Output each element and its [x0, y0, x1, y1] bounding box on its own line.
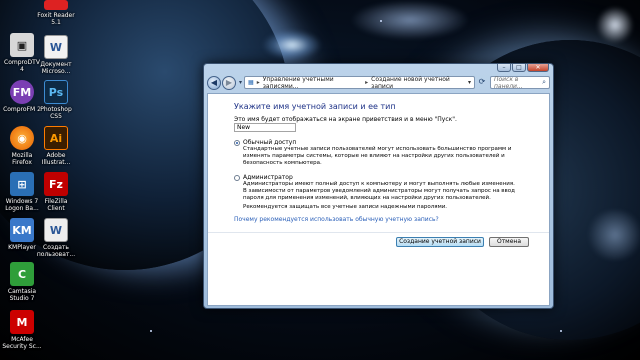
- caption-buttons: – □ ✕: [497, 64, 549, 73]
- forward-button[interactable]: ▶: [222, 75, 236, 90]
- illustrator-icon: Ai: [44, 126, 68, 150]
- desktop-icon-photoshop[interactable]: Ps Photoshop CS5: [36, 80, 76, 120]
- filezilla-icon: Fz: [44, 172, 68, 196]
- help-link[interactable]: Почему рекомендуется использовать обычну…: [234, 216, 439, 223]
- desktop-icon-label: Создать пользоват...: [36, 244, 76, 258]
- desktop-icon-label: Camtasia Studio 7: [7, 288, 37, 302]
- administrator-description: Администраторы имеют полный доступ к ком…: [243, 181, 515, 201]
- navigation-bar: ◀ ▶ ▾ ▦ ▸ Управление учетными записями..…: [207, 74, 550, 91]
- content-pane: Укажите имя учетной записи и ее тип Это …: [207, 93, 550, 306]
- desktop-icon-label: Photoshop CS5: [40, 106, 72, 120]
- refresh-icon[interactable]: ⟳: [476, 76, 488, 89]
- administrator-label[interactable]: Администратор: [243, 174, 293, 181]
- search-placeholder: Поиск в панели...: [494, 75, 523, 90]
- desktop-icon-camtasia[interactable]: C Camtasia Studio 7: [2, 262, 42, 302]
- create-user-icon: W: [44, 218, 68, 242]
- divider: [208, 232, 549, 233]
- light-flare: [350, 0, 470, 40]
- desktop-icon-filezilla[interactable]: Fz FileZilla Client: [36, 172, 76, 212]
- standard-user-radio[interactable]: [234, 139, 240, 146]
- standard-user-option[interactable]: Обычный доступ: [234, 139, 296, 146]
- star: [380, 20, 382, 22]
- desktop-icon-mcafee[interactable]: M McAfee Security Sc...: [2, 310, 42, 350]
- create-account-window: – □ ✕ ◀ ▶ ▾ ▦ ▸ Управление учетными запи…: [203, 63, 554, 309]
- administrator-option[interactable]: Администратор: [234, 174, 293, 181]
- address-dropdown-icon[interactable]: ▾: [468, 79, 471, 86]
- word-document-icon: W: [44, 35, 68, 59]
- password-recommendation: Рекомендуется защищать все учетные запис…: [243, 204, 448, 210]
- desktop-icon-word-document[interactable]: W Документ Microso...: [36, 35, 76, 75]
- desktop-icon-foxit-reader[interactable]: Foxit Reader 5.1: [36, 0, 76, 26]
- address-bar[interactable]: ▦ ▸ Управление учетными записями... ▸ Со…: [244, 76, 475, 90]
- mcafee-icon: M: [10, 310, 34, 334]
- comprodtv-icon: ▣: [10, 33, 34, 57]
- star: [560, 330, 562, 332]
- account-name-input[interactable]: New: [234, 123, 296, 132]
- star: [150, 330, 152, 332]
- desktop-icon-label: FileZilla Client: [44, 198, 68, 212]
- firefox-icon: ◉: [10, 126, 34, 150]
- light-flare: [595, 5, 635, 45]
- desktop-icon-label: Adobe Illustrat...: [41, 152, 71, 166]
- light-flare: [262, 30, 322, 60]
- standard-user-label[interactable]: Обычный доступ: [243, 139, 296, 146]
- name-prompt: Это имя будет отображаться на экране при…: [234, 116, 457, 123]
- cancel-button[interactable]: Отмена: [489, 237, 529, 247]
- windows7-logon-icon: ⊞: [10, 172, 34, 196]
- breadcrumb-item-user-accounts[interactable]: Управление учетными записями...: [263, 76, 362, 90]
- breadcrumb-separator[interactable]: ▸: [365, 79, 368, 86]
- camtasia-icon: C: [10, 262, 34, 286]
- back-button[interactable]: ◀: [207, 75, 221, 90]
- administrator-radio[interactable]: [234, 174, 240, 181]
- desktop-icon-label: Документ Microso...: [40, 61, 72, 75]
- window-titlebar[interactable]: – □ ✕: [204, 64, 553, 73]
- desktop-icon-label: Foxit Reader 5.1: [37, 12, 75, 26]
- kmplayer-icon: KM: [10, 218, 34, 242]
- light-flare: [585, 210, 640, 260]
- maximize-button[interactable]: □: [512, 64, 526, 72]
- foxit-reader-icon: [44, 0, 68, 10]
- desktop-icon-label: McAfee Security Sc...: [2, 336, 42, 350]
- breadcrumb-separator[interactable]: ▸: [257, 79, 260, 86]
- search-input[interactable]: Поиск в панели... ⌕: [490, 75, 550, 90]
- breadcrumb-item-create-account[interactable]: Создание новой учетной записи: [371, 76, 465, 90]
- minimize-button[interactable]: –: [497, 64, 511, 72]
- standard-user-description: Стандартные учетные записи пользователей…: [243, 146, 512, 166]
- comprofm-icon: FM: [10, 80, 34, 104]
- desktop-icon-illustrator[interactable]: Ai Adobe Illustrat...: [36, 126, 76, 166]
- recent-pages-dropdown[interactable]: ▾: [239, 79, 242, 86]
- photoshop-icon: Ps: [44, 80, 68, 104]
- control-panel-icon: ▦: [248, 79, 254, 86]
- close-button[interactable]: ✕: [527, 64, 549, 72]
- desktop-icon-create-user[interactable]: W Создать пользоват...: [36, 218, 76, 258]
- create-account-button[interactable]: Создание учетной записи: [396, 237, 484, 247]
- search-icon[interactable]: ⌕: [542, 78, 546, 87]
- page-title: Укажите имя учетной записи и ее тип: [234, 102, 396, 111]
